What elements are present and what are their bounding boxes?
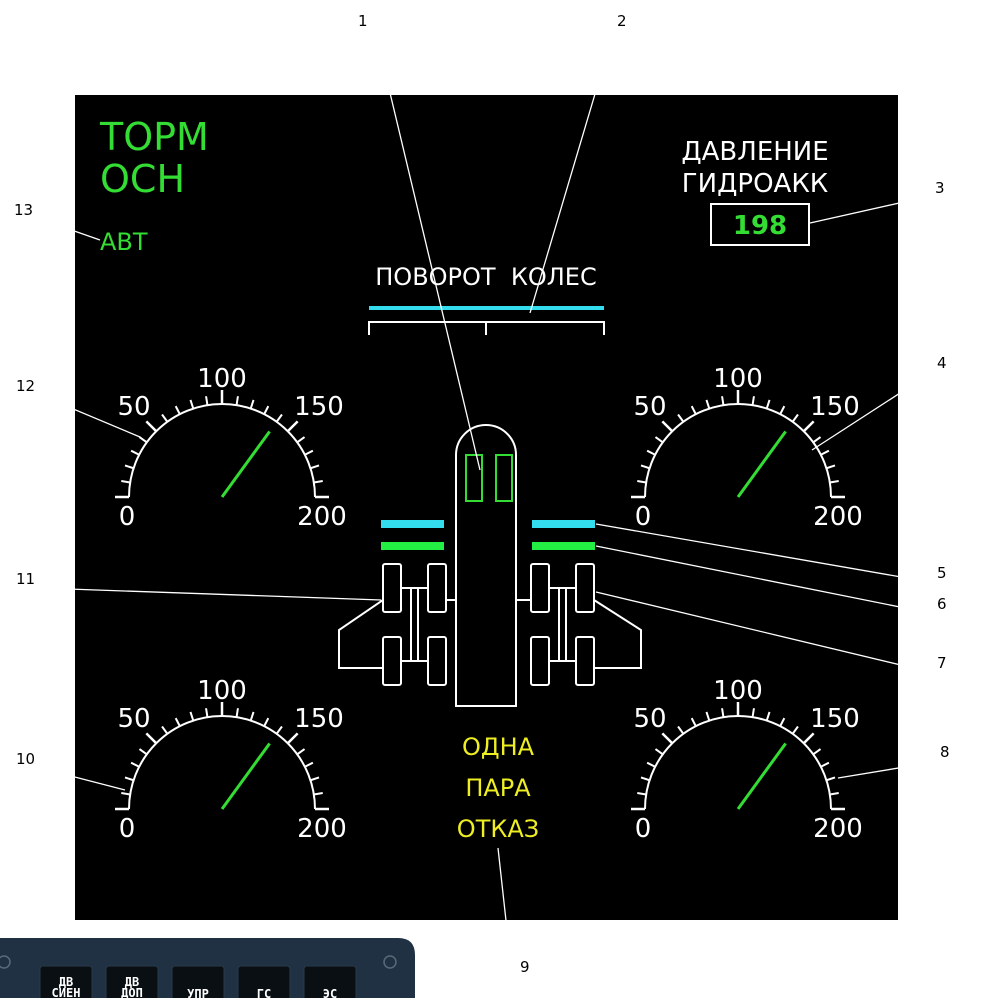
- left-cyan-status-bar: [381, 520, 444, 528]
- failure-line2: ПАРА: [465, 774, 531, 802]
- gauge-tick-label-50: 50: [117, 704, 150, 734]
- gauge-minor-tick: [205, 708, 209, 718]
- pressure-value: 198: [733, 211, 787, 241]
- gauge-tick-label-150: 150: [810, 704, 860, 734]
- left-green-status-bar: [381, 542, 444, 550]
- gauge-tick-label-100: 100: [197, 364, 247, 394]
- callout-13: 13: [14, 201, 33, 219]
- gauge-tick-label-200: 200: [297, 502, 347, 532]
- gauge-minor-tick: [121, 792, 131, 796]
- callout-1: 1: [358, 12, 368, 30]
- callout-8: 8: [940, 743, 950, 761]
- panel-button-3[interactable]: УПР: [171, 965, 225, 998]
- right-green-status-bar: [532, 542, 595, 550]
- gauge-minor-tick: [829, 480, 839, 484]
- gauge-tick-label-200: 200: [813, 502, 863, 532]
- callout-9: 9: [520, 958, 530, 976]
- gauge-minor-tick: [637, 792, 647, 796]
- brake-title-line1: ТОРМ: [99, 115, 209, 159]
- brake-title-line2: ОСН: [100, 157, 185, 201]
- gauge-minor-tick: [751, 396, 755, 406]
- panel-button-4[interactable]: ГС: [237, 965, 291, 998]
- callout-4: 4: [937, 354, 947, 372]
- gauge-minor-tick: [637, 480, 647, 484]
- panel-button-sublabel: ДОП: [121, 986, 143, 998]
- failure-line1: ОДНА: [462, 733, 535, 761]
- gauge-tick-label-0: 0: [119, 502, 136, 532]
- panel-buttons: ДВСИЕН ДВДОП УПР ГС ЭС: [39, 965, 357, 998]
- gauge-tick-label-100: 100: [713, 364, 763, 394]
- gauge-tick-label-0: 0: [635, 502, 652, 532]
- panel-button-label: ЭС: [323, 987, 337, 998]
- gauge-tick-label-200: 200: [813, 814, 863, 844]
- pressure-label-line1: ДАВЛЕНИЕ: [681, 137, 828, 167]
- gauge-tick-label-50: 50: [633, 704, 666, 734]
- callout-7: 7: [937, 654, 947, 672]
- callout-6: 6: [937, 595, 947, 613]
- steering-label: ПОВОРОТ КОЛЕС: [375, 263, 596, 291]
- callout-5: 5: [937, 564, 947, 582]
- gauge-tick-label-100: 100: [197, 676, 247, 706]
- panel-button-2[interactable]: ДВДОП: [105, 965, 159, 998]
- gauge-minor-tick: [313, 480, 323, 484]
- gauge-tick-label-150: 150: [294, 704, 344, 734]
- gauge-tick-label-0: 0: [635, 814, 652, 844]
- right-cyan-status-bar: [532, 520, 595, 528]
- callout-2: 2: [617, 12, 627, 30]
- gauge-minor-tick: [205, 396, 209, 406]
- gauge-minor-tick: [721, 396, 725, 406]
- gauge-minor-tick: [313, 792, 323, 796]
- gauge-tick-label-150: 150: [810, 392, 860, 422]
- control-panel: ДВСИЕН ДВДОП УПР ГС ЭС: [0, 938, 415, 998]
- panel-button-1[interactable]: ДВСИЕН: [39, 965, 93, 998]
- callout-3: 3: [935, 179, 945, 197]
- gauge-minor-tick: [829, 792, 839, 796]
- gauge-tick-label-50: 50: [633, 392, 666, 422]
- gauge-minor-tick: [751, 708, 755, 718]
- auto-mode-label: АВТ: [100, 228, 148, 256]
- gauge-tick-label-200: 200: [297, 814, 347, 844]
- panel-button-sublabel: СИЕН: [52, 986, 81, 998]
- gauge-minor-tick: [235, 396, 239, 406]
- gauge-tick-label-150: 150: [294, 392, 344, 422]
- gauge-minor-tick: [235, 708, 239, 718]
- failure-line3: ОТКАЗ: [457, 815, 539, 843]
- failure-message: ОДНА ПАРА ОТКАЗ: [457, 733, 539, 843]
- gauge-tick-label-0: 0: [119, 814, 136, 844]
- pressure-label-line2: ГИДРОАКК: [682, 169, 828, 199]
- gauge-minor-tick: [721, 708, 725, 718]
- callout-10: 10: [16, 750, 35, 768]
- gauge-tick-label-50: 50: [117, 392, 150, 422]
- panel-button-5[interactable]: ЭС: [303, 965, 357, 998]
- callout-11: 11: [16, 570, 35, 588]
- gauge-minor-tick: [121, 480, 131, 484]
- panel-button-label: ГС: [257, 987, 271, 998]
- panel-button-label: УПР: [187, 987, 209, 998]
- callout-12: 12: [16, 377, 35, 395]
- gauge-tick-label-100: 100: [713, 676, 763, 706]
